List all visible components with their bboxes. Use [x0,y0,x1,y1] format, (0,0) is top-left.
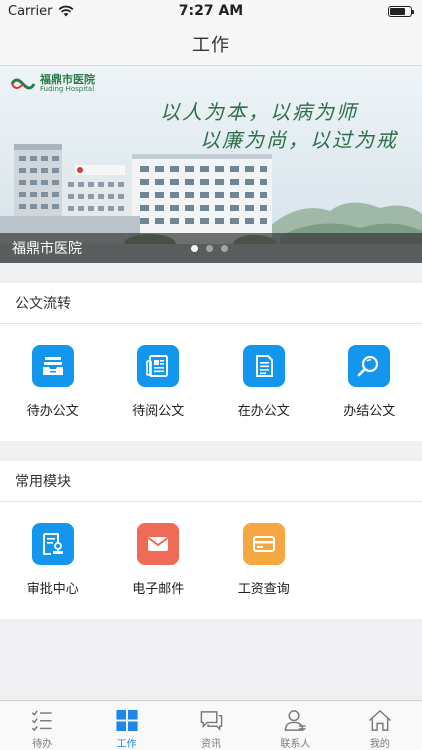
tab-label: 待办 [32,739,53,750]
battery-fill [390,7,405,15]
section-title: 公文流转 [0,283,422,324]
salary-query-button[interactable]: 工资查询 [211,502,317,597]
tile-label: 在办公文 [237,404,290,419]
tile-approval [31,523,74,565]
tab-mine[interactable]: 我的 [338,701,422,750]
approval-icon [42,533,63,555]
tile-in-progress [242,345,285,387]
inbox-tray-icon [42,357,63,375]
carousel-page-indicator[interactable] [191,245,228,252]
tab-news[interactable]: 资讯 [169,701,253,750]
tab-bar: 待办 工作 资讯 联系人 我的 [0,700,422,750]
status-time: 7:27 AM [178,3,244,19]
battery-icon [388,5,414,17]
tile-label: 工资查询 [237,582,290,597]
tab-label: 工作 [116,739,137,750]
banner-carousel[interactable]: 福鼎市医院 Fuding Hospital 以人为本，以病为师 以廉为尚，以过为… [0,66,422,263]
documents-section: 公文流转 待办公文 待阅公文 在办公文 办结公文 [0,283,422,441]
checklist-icon [32,710,52,732]
tab-work[interactable]: 工作 [84,701,168,750]
tab-label: 联系人 [280,739,311,750]
documents-grid: 待办公文 待阅公文 在办公文 办结公文 [0,324,422,419]
hospital-logo-text: 福鼎市医院 Fuding Hospital [40,74,95,93]
modules-grid: 审批中心 电子邮件 工资查询 [0,502,422,597]
email-button[interactable]: 电子邮件 [106,502,212,597]
magnifier-icon [357,355,379,377]
document-icon [255,355,273,377]
tile-label: 待阅公文 [132,404,185,419]
pending-documents-button[interactable]: 待办公文 [0,324,106,419]
chat-icon [200,711,223,731]
nav-bar: 工作 [0,22,422,66]
card-icon [252,536,275,552]
slogan-line-1: 以人为本，以病为师 [160,100,358,124]
section-title: 常用模块 [0,461,422,502]
tab-contacts[interactable]: 联系人 [253,701,337,750]
tile-pending [31,345,74,387]
banner-caption: 福鼎市医院 [12,241,82,257]
tile-to-read [137,345,180,387]
newspaper-icon [146,355,169,377]
tile-completed [348,345,391,387]
hospital-logo: 福鼎市医院 Fuding Hospital [10,74,95,93]
to-read-documents-button[interactable]: 待阅公文 [106,324,212,419]
tab-label: 我的 [369,739,390,750]
home-icon [368,709,391,731]
status-bar: Carrier 7:27 AM [0,0,422,22]
approval-center-button[interactable]: 审批中心 [0,502,106,597]
tile-email [137,523,180,565]
carousel-dot-3[interactable] [221,245,228,252]
page-title: 工作 [192,34,230,56]
modules-section: 常用模块 审批中心 电子邮件 工资查询 [0,461,422,619]
tile-label: 审批中心 [26,582,79,597]
mail-icon [148,537,169,551]
tile-salary [242,523,285,565]
hospital-logo-icon [10,78,36,89]
contacts-icon [285,710,306,731]
tile-label: 办结公文 [343,404,396,419]
completed-documents-button[interactable]: 办结公文 [317,324,422,419]
carousel-dot-1[interactable] [191,245,198,252]
tab-todo[interactable]: 待办 [0,701,84,750]
tab-label: 资讯 [201,739,222,750]
tile-label: 待办公文 [26,404,79,419]
tile-label: 电子邮件 [132,582,185,597]
slogan-line-2: 以廉为尚，以过为戒 [200,128,398,152]
carousel-dot-2[interactable] [206,245,213,252]
logo-name-en: Fuding Hospital [40,85,95,93]
grid-icon [116,709,138,732]
logo-name-cn: 福鼎市医院 [40,73,95,86]
in-progress-documents-button[interactable]: 在办公文 [211,324,317,419]
